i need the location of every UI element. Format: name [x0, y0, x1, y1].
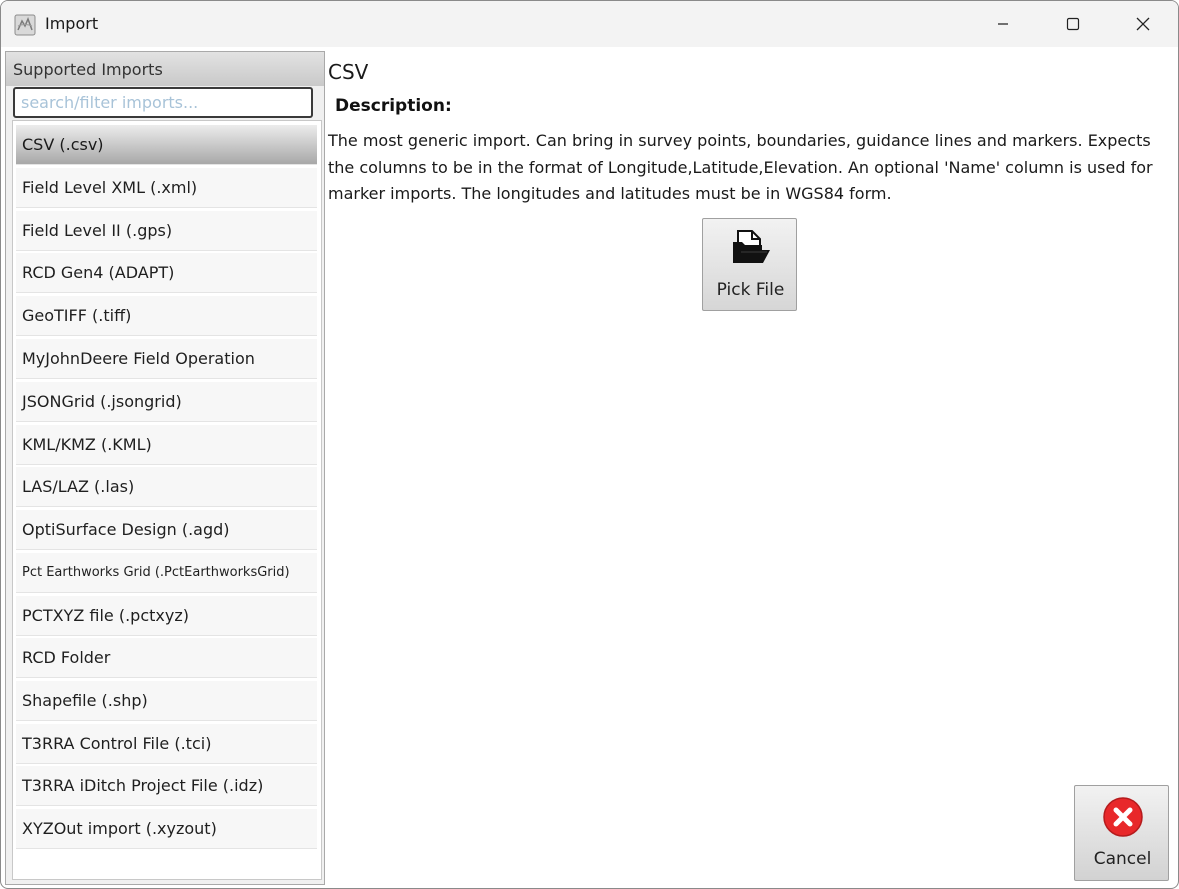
minimize-button[interactable]	[968, 1, 1038, 47]
list-item-field-level-xml[interactable]: Field Level XML (.xml)	[16, 168, 317, 208]
list-item-geotiff[interactable]: GeoTIFF (.tiff)	[16, 296, 317, 336]
app-icon	[14, 14, 36, 36]
list-item-las-laz[interactable]: LAS/LAZ (.las)	[16, 467, 317, 507]
supported-imports-panel: Supported Imports CSV (.csv) Field Level…	[5, 51, 325, 885]
supported-imports-header: Supported Imports	[6, 52, 324, 86]
import-dialog: Import Supported Imports CSV (.csv) Fiel…	[0, 0, 1179, 889]
title-bar: Import	[1, 1, 1178, 47]
close-icon	[1136, 17, 1150, 31]
close-button[interactable]	[1108, 1, 1178, 47]
list-item-kml-kmz[interactable]: KML/KMZ (.KML)	[16, 425, 317, 465]
cancel-button[interactable]: Cancel	[1074, 785, 1169, 881]
list-item-rcd-gen4[interactable]: RCD Gen4 (ADAPT)	[16, 253, 317, 293]
open-folder-icon	[733, 230, 770, 263]
list-item-field-level-ii[interactable]: Field Level II (.gps)	[16, 211, 317, 251]
list-item-shapefile[interactable]: Shapefile (.shp)	[16, 681, 317, 721]
description-text: The most generic import. Can bring in su…	[328, 131, 1153, 203]
search-input[interactable]	[13, 87, 313, 118]
list-item-myjohndeere[interactable]: MyJohnDeere Field Operation	[16, 339, 317, 379]
list-item-t3rra-control-file[interactable]: T3RRA Control File (.tci)	[16, 724, 317, 764]
window-title: Import	[45, 14, 99, 33]
list-item-csv[interactable]: CSV (.csv)	[16, 125, 317, 165]
list-item-pct-earthworks-grid[interactable]: Pct Earthworks Grid (.PctEarthworksGrid)	[16, 553, 317, 593]
list-item-optisurface-design[interactable]: OptiSurface Design (.agd)	[16, 510, 317, 550]
pick-file-label: Pick File	[716, 280, 785, 300]
cancel-label: Cancel	[1093, 849, 1152, 869]
cancel-icon	[1103, 797, 1143, 837]
imports-list: CSV (.csv) Field Level XML (.xml) Field …	[12, 120, 322, 880]
list-item-pctxyz[interactable]: PCTXYZ file (.pctxyz)	[16, 596, 317, 636]
list-item-t3rra-iditch-project[interactable]: T3RRA iDitch Project File (.idz)	[16, 766, 317, 806]
import-type-title: CSV	[328, 60, 369, 84]
maximize-icon	[1066, 17, 1080, 31]
list-item-jsongrid[interactable]: JSONGrid (.jsongrid)	[16, 382, 317, 422]
list-item-xyzout-import[interactable]: XYZOut import (.xyzout)	[16, 809, 317, 849]
minimize-icon	[998, 23, 1008, 25]
supported-imports-title: Supported Imports	[13, 60, 163, 79]
pick-file-button[interactable]: Pick File	[702, 218, 797, 311]
description-label: Description:	[335, 96, 452, 116]
maximize-button[interactable]	[1038, 1, 1108, 47]
list-item-rcd-folder[interactable]: RCD Folder	[16, 638, 317, 678]
